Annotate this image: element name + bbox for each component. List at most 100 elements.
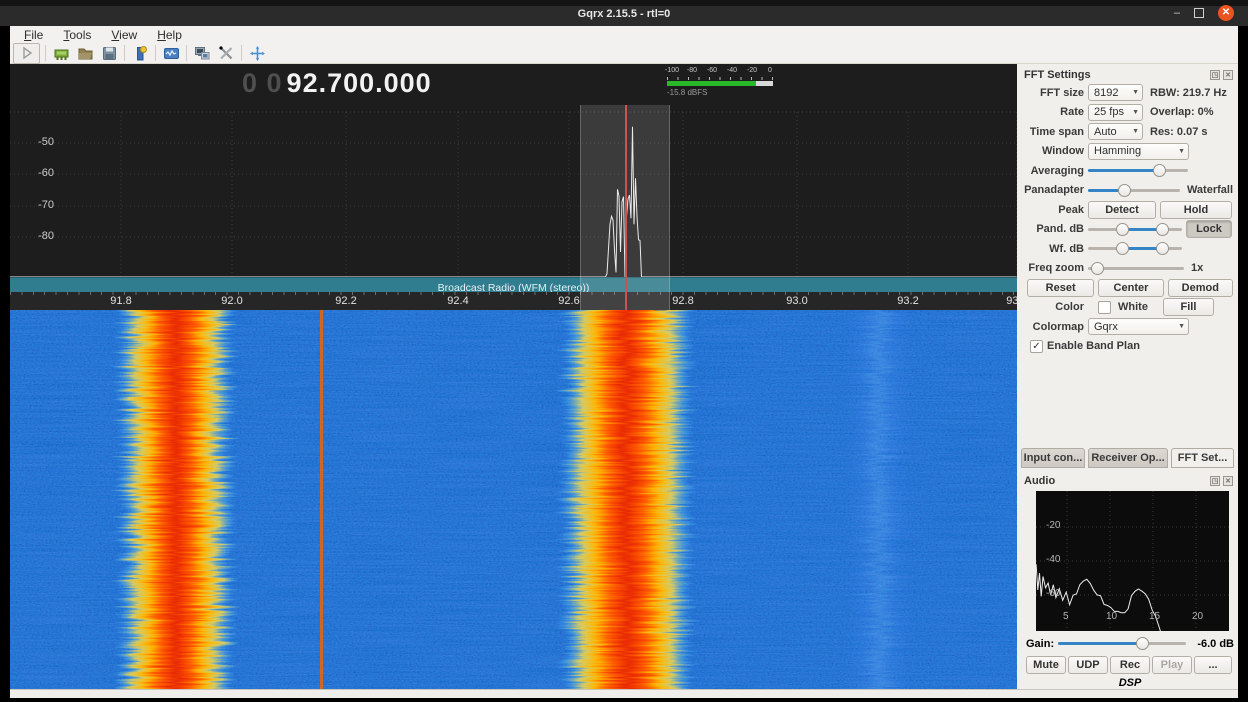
minimize-icon[interactable]: – bbox=[1174, 5, 1180, 21]
tools-icon[interactable] bbox=[214, 44, 238, 63]
frequency-leading-zeros: 0 0 bbox=[242, 68, 283, 98]
db-axis-label: -80 bbox=[26, 230, 54, 242]
meter-scale: -100-80-60-40-200 bbox=[667, 67, 773, 76]
remote-control-icon[interactable] bbox=[190, 44, 214, 63]
fft-size-row: FFT size 8192▼ RBW: 219.7 Hz bbox=[1022, 83, 1238, 103]
wf-db-max-handle[interactable] bbox=[1156, 242, 1169, 255]
pand-db-min-handle[interactable] bbox=[1116, 223, 1129, 236]
waterfall-display-icon[interactable] bbox=[159, 44, 183, 63]
fft-settings-header: FFT Settings ◳✕ bbox=[1022, 64, 1238, 83]
tab-fft-settings[interactable]: FFT Set... bbox=[1171, 448, 1234, 468]
time-span-select[interactable]: Auto▼ bbox=[1088, 123, 1143, 140]
demod-button[interactable]: Demod bbox=[1168, 279, 1233, 297]
db-axis-label: -50 bbox=[26, 136, 54, 148]
play-button[interactable]: Play bbox=[1152, 656, 1192, 674]
fft-size-select[interactable]: 8192▼ bbox=[1088, 84, 1143, 101]
db-axis-label: -70 bbox=[26, 199, 54, 211]
split-slider-handle[interactable] bbox=[1118, 184, 1131, 197]
save-file-icon[interactable] bbox=[97, 44, 121, 63]
menu-tools[interactable]: Tools bbox=[63, 28, 91, 42]
dock-tab-bar: Input con... Receiver Op... FFT Set... bbox=[1021, 447, 1238, 468]
menu-file[interactable]: File bbox=[24, 28, 43, 42]
enable-band-plan-row: ✓ Enable Band Plan bbox=[1022, 337, 1238, 357]
wf-db-min-handle[interactable] bbox=[1116, 242, 1129, 255]
rate-select[interactable]: 25 fps▼ bbox=[1088, 104, 1143, 121]
averaging-slider-handle[interactable] bbox=[1153, 164, 1166, 177]
audio-spectrum-plot[interactable]: 5101520-20-40-60 bbox=[1036, 491, 1229, 631]
window-label: Window bbox=[1024, 145, 1084, 157]
waterfall-display[interactable] bbox=[10, 310, 1017, 689]
udp-button[interactable]: UDP bbox=[1068, 656, 1108, 674]
close-panel-icon[interactable]: ✕ bbox=[1223, 476, 1233, 486]
pand-db-range-slider[interactable] bbox=[1088, 221, 1182, 238]
fill-button[interactable]: Fill bbox=[1163, 298, 1214, 316]
band-plan-bar[interactable]: Broadcast Radio (WFM (stereo)) bbox=[10, 277, 1017, 292]
toolbar-separator bbox=[241, 45, 242, 61]
white-checkbox[interactable] bbox=[1098, 301, 1111, 314]
reset-button[interactable]: Reset bbox=[1027, 279, 1094, 297]
mute-button[interactable]: Mute bbox=[1026, 656, 1066, 674]
audio-buttons: Mute UDP Rec Play ... bbox=[1026, 656, 1235, 674]
pand-db-max-handle[interactable] bbox=[1156, 223, 1169, 236]
fft-settings-title: FFT Settings bbox=[1024, 69, 1091, 81]
averaging-row: Averaging bbox=[1022, 161, 1238, 181]
lock-button[interactable]: Lock bbox=[1186, 220, 1232, 238]
float-panel-icon[interactable]: ◳ bbox=[1210, 476, 1220, 486]
meter-tick-label: -100 bbox=[665, 67, 679, 74]
frequency-value: 92.700.000 bbox=[287, 68, 432, 98]
window-title: Gqrx 2.15.5 - rtl=0 bbox=[0, 8, 1248, 20]
chevron-down-icon: ▼ bbox=[1132, 89, 1139, 96]
start-dsp-icon[interactable] bbox=[13, 43, 40, 64]
bookmarks-icon[interactable] bbox=[128, 44, 152, 63]
close-panel-icon[interactable]: ✕ bbox=[1223, 70, 1233, 80]
frequency-display[interactable]: 0 092.700.000 bbox=[242, 68, 432, 99]
close-icon[interactable]: ✕ bbox=[1218, 5, 1234, 21]
title-bar[interactable]: Gqrx 2.15.5 - rtl=0 – ✕ bbox=[0, 0, 1248, 26]
menu-bar: File Tools View Help bbox=[10, 26, 1238, 43]
freq-zoom-row: Freq zoom 1x bbox=[1022, 259, 1238, 279]
center-button[interactable]: Center bbox=[1098, 279, 1163, 297]
meter-tick-label: -20 bbox=[747, 67, 757, 74]
time-span-label: Time span bbox=[1024, 126, 1084, 138]
panadapter-label: Panadapter bbox=[1024, 184, 1084, 196]
freq-zoom-handle[interactable] bbox=[1091, 262, 1104, 275]
freq-zoom-slider[interactable] bbox=[1088, 260, 1184, 277]
audio-y-label: -20 bbox=[1046, 520, 1060, 531]
zoom-buttons-row: Reset Center Demod bbox=[1022, 278, 1238, 298]
tab-input-controls[interactable]: Input con... bbox=[1021, 448, 1085, 468]
tab-receiver-options[interactable]: Receiver Op... bbox=[1088, 448, 1168, 468]
pand-db-label: Pand. dB bbox=[1024, 223, 1084, 235]
panadapter-split-slider[interactable] bbox=[1088, 182, 1180, 199]
meter-value: -15.8 dBFS bbox=[667, 88, 773, 97]
spectrum-plot[interactable] bbox=[10, 105, 1017, 277]
averaging-slider[interactable] bbox=[1088, 162, 1188, 179]
fft-size-label: FFT size bbox=[1024, 87, 1084, 99]
more-options-button[interactable]: ... bbox=[1194, 656, 1232, 674]
overlap-value: Overlap: 0% bbox=[1150, 106, 1214, 118]
wf-db-range-slider[interactable] bbox=[1088, 240, 1182, 257]
peak-hold-button[interactable]: Hold bbox=[1160, 201, 1232, 219]
window-select[interactable]: Hamming▼ bbox=[1088, 143, 1189, 160]
float-panel-icon[interactable]: ◳ bbox=[1210, 70, 1220, 80]
tuning-cursor[interactable] bbox=[625, 105, 627, 310]
colormap-select[interactable]: Gqrx▼ bbox=[1088, 318, 1189, 335]
open-file-icon[interactable] bbox=[73, 44, 97, 63]
freq-scale-label: 92.8 bbox=[672, 295, 693, 307]
frequency-scale[interactable]: 91.892.092.292.492.692.893.093.293.4 bbox=[10, 292, 1017, 310]
res-value: Res: 0.07 s bbox=[1150, 126, 1207, 138]
peak-detect-button[interactable]: Detect bbox=[1088, 201, 1156, 219]
enable-band-plan-checkbox[interactable]: ✓ bbox=[1030, 340, 1043, 353]
gain-slider[interactable] bbox=[1058, 635, 1186, 652]
gain-slider-handle[interactable] bbox=[1136, 637, 1149, 650]
chevron-down-icon: ▼ bbox=[1132, 128, 1139, 135]
waterfall-label: Waterfall bbox=[1187, 184, 1233, 196]
rec-button[interactable]: Rec bbox=[1110, 656, 1150, 674]
memory-device-icon[interactable] bbox=[49, 44, 73, 63]
io-devices-icon[interactable] bbox=[245, 44, 269, 63]
menu-view[interactable]: View bbox=[111, 28, 137, 42]
menu-help[interactable]: Help bbox=[157, 28, 182, 42]
maximize-icon[interactable] bbox=[1194, 8, 1204, 18]
audio-x-label: 10 bbox=[1106, 611, 1117, 622]
audio-x-label: 5 bbox=[1063, 611, 1069, 622]
dsp-label: DSP bbox=[1022, 677, 1238, 689]
